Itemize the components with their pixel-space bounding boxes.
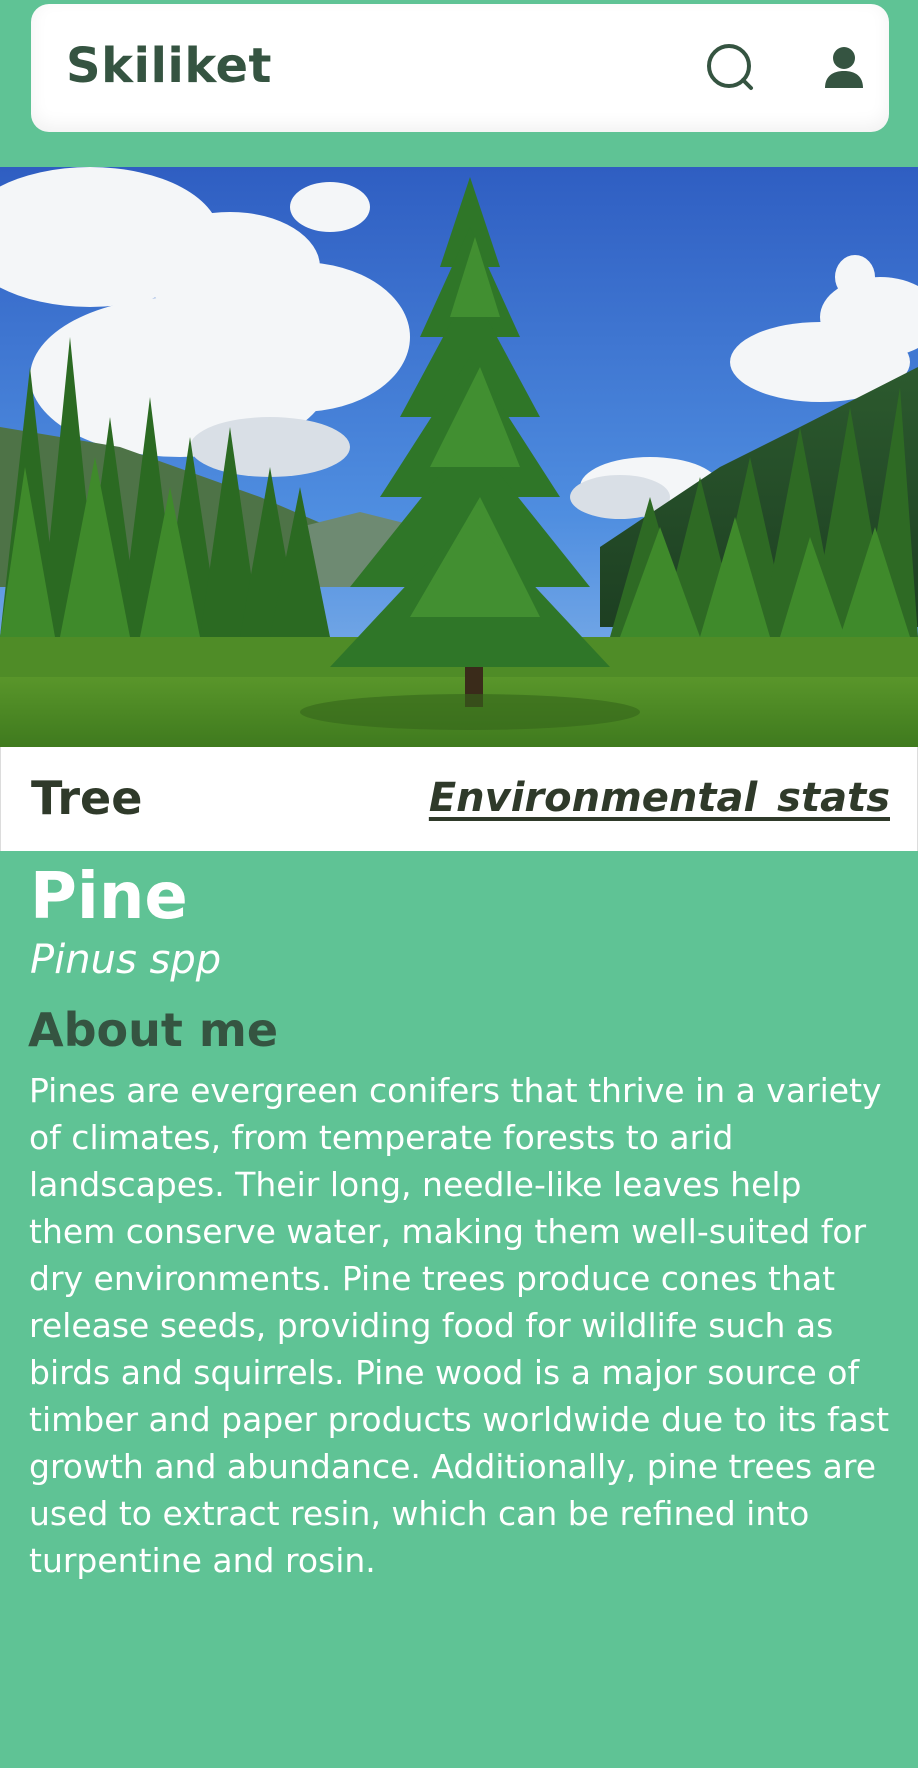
- species-name: Pine: [30, 860, 188, 934]
- scientific-name: Pinus spp: [30, 937, 222, 983]
- pine-tree-photo: [0, 167, 918, 747]
- user-icon: [825, 47, 863, 88]
- info-bar: Tree Environmental stats: [0, 747, 918, 851]
- tree-detail-page: Skiliket Tree Environmental stats Pine P…: [0, 0, 918, 1768]
- about-heading: About me: [28, 1003, 279, 1057]
- hero-image: [0, 167, 918, 747]
- category-label: Tree: [31, 771, 143, 825]
- top-app-bar: Skiliket: [31, 4, 889, 132]
- search-button[interactable]: [705, 42, 759, 96]
- search-icon: [707, 44, 753, 90]
- environmental-stats-link[interactable]: Environmental stats: [429, 775, 890, 821]
- app-brand-title[interactable]: Skiliket: [66, 38, 272, 94]
- profile-button[interactable]: [817, 42, 871, 96]
- about-text: Pines are evergreen conifers that thrive…: [29, 1071, 890, 1580]
